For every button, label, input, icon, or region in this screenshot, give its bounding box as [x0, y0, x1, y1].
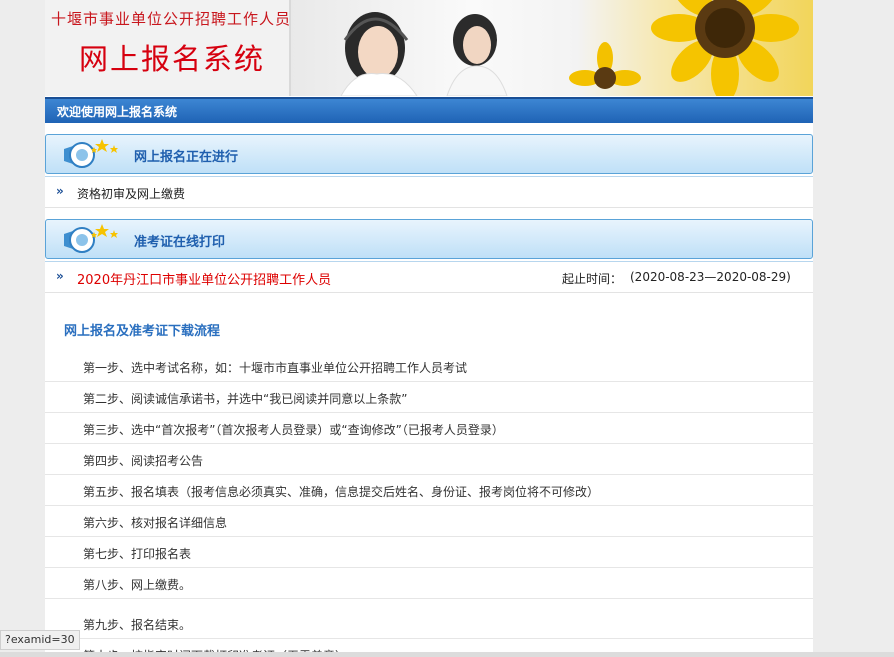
double-chevron-icon: » [56, 269, 64, 283]
double-chevron-icon: » [56, 184, 64, 198]
step-text: 第八步、网上缴费。 [83, 578, 192, 592]
step-text: 第六步、核对报名详细信息 [83, 516, 228, 530]
exam-link[interactable]: 2020年丹江口市事业单位公开招聘工作人员 [77, 269, 331, 288]
step-text: 第三步、选中“首次报考”（首次报考人员登录）或“查询修改”（已报考人员登录） [83, 423, 504, 437]
time-range: (2020-08-23—2020-08-29) [630, 270, 791, 284]
step-item: 第一步、选中考试名称，如：十堰市市直事业单位公开招聘工作人员考试 [45, 351, 813, 382]
welcome-bar: 欢迎使用网上报名系统 [45, 97, 813, 123]
section-header-admission-ticket: 准考证在线打印 [45, 219, 813, 259]
megaphone-icon [64, 139, 118, 168]
status-url-tooltip: ?examid=30 [0, 630, 80, 650]
time-label: 起止时间： [562, 272, 623, 286]
banner-illustration [340, 0, 799, 96]
step-item: 第八步、网上缴费。 [45, 568, 813, 599]
step-item: 第四步、阅读招考公告 [45, 444, 813, 475]
step-text: 第九步、报名结束。 [83, 618, 192, 632]
list-item[interactable]: » 资格初审及网上缴费 [45, 177, 813, 208]
section-title: 准考证在线打印 [134, 235, 226, 250]
step-item: 第九步、报名结束。 [45, 608, 813, 639]
horizontal-scrollbar[interactable] [0, 652, 894, 657]
step-item: 第二步、阅读诚信承诺书，并选中“我已阅读并同意以上条款” [45, 382, 813, 413]
list-item[interactable]: » 2020年丹江口市事业单位公开招聘工作人员 起止时间： (2020-08-2… [45, 262, 813, 293]
step-text: 第五步、报名填表（报考信息必须真实、准确，信息提交后姓名、身份证、报考岗位将不可… [83, 485, 600, 499]
list-item-link[interactable]: 资格初审及网上缴费 [77, 185, 185, 202]
step-text: 第二步、阅读诚信承诺书，并选中“我已阅读并同意以上条款” [83, 392, 408, 406]
section-title: 网上报名正在进行 [134, 150, 239, 165]
header-banner: 十堰市事业单位公开招聘工作人员 网上报名系统 [45, 0, 813, 96]
section-header-registration: 网上报名正在进行 [45, 134, 813, 174]
step-item: 第六步、核对报名详细信息 [45, 506, 813, 537]
flow-title: 网上报名及准考证下载流程 [64, 324, 221, 339]
welcome-text: 欢迎使用网上报名系统 [57, 105, 178, 119]
step-item: 第三步、选中“首次报考”（首次报考人员登录）或“查询修改”（已报考人员登录） [45, 413, 813, 444]
step-item: 第五步、报名填表（报考信息必须真实、准确，信息提交后姓名、身份证、报考岗位将不可… [45, 475, 813, 506]
page-container: 十堰市事业单位公开招聘工作人员 网上报名系统 欢迎使用网上报名系统 网上报名正在… [45, 0, 813, 657]
megaphone-icon [64, 224, 118, 253]
step-item: 第七步、打印报名表 [45, 537, 813, 568]
step-text: 第一步、选中考试名称，如：十堰市市直事业单位公开招聘工作人员考试 [83, 361, 468, 375]
step-text: 第四步、阅读招考公告 [83, 454, 204, 468]
step-text: 第七步、打印报名表 [83, 547, 192, 561]
